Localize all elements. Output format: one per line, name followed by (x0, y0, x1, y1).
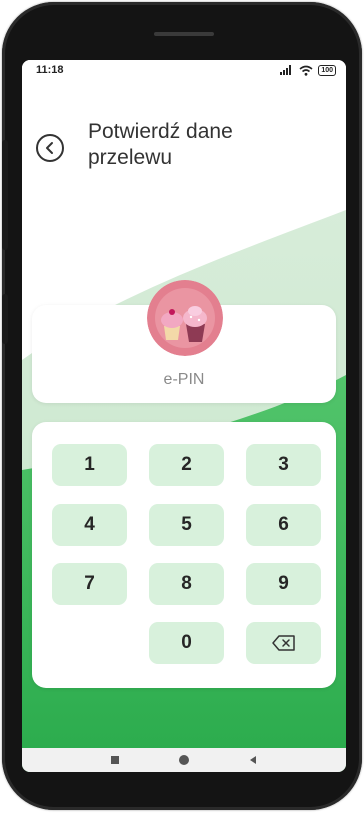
wifi-icon (299, 65, 313, 76)
key-6[interactable]: 6 (246, 504, 321, 546)
back-icon[interactable] (248, 755, 258, 765)
cupcakes-avatar (147, 280, 223, 356)
recent-apps-icon[interactable] (110, 755, 120, 765)
pin-label: e-PIN (163, 371, 205, 388)
page-title: Potwierdź dane przelewu (88, 120, 233, 169)
android-navbar (22, 748, 346, 772)
screen: 11:18 100 Potwierdź dane przelewu e-PIN … (22, 60, 346, 772)
key-0[interactable]: 0 (149, 622, 224, 664)
battery-icon: 100 (318, 64, 336, 76)
key-1[interactable]: 1 (52, 444, 127, 486)
key-7[interactable]: 7 (52, 563, 127, 605)
key-3[interactable]: 3 (246, 444, 321, 486)
power-button (2, 294, 8, 344)
clock: 11:18 (36, 64, 64, 76)
key-9[interactable]: 9 (246, 563, 321, 605)
phone-frame: 11:18 100 Potwierdź dane przelewu e-PIN … (2, 2, 362, 810)
key-4[interactable]: 4 (52, 504, 127, 546)
backspace-icon (271, 635, 295, 651)
home-icon[interactable] (177, 753, 191, 767)
keypad: 1 2 3 4 5 6 7 8 9 0 (32, 422, 336, 688)
status-bar: 11:18 100 (22, 60, 346, 80)
key-2[interactable]: 2 (149, 444, 224, 486)
back-arrow-icon[interactable] (36, 134, 64, 162)
signal-icon (280, 65, 292, 75)
key-5[interactable]: 5 (149, 504, 224, 546)
speaker-grille (154, 32, 214, 36)
key-8[interactable]: 8 (149, 563, 224, 605)
volume-button (2, 140, 8, 250)
backspace-key[interactable] (246, 622, 321, 664)
